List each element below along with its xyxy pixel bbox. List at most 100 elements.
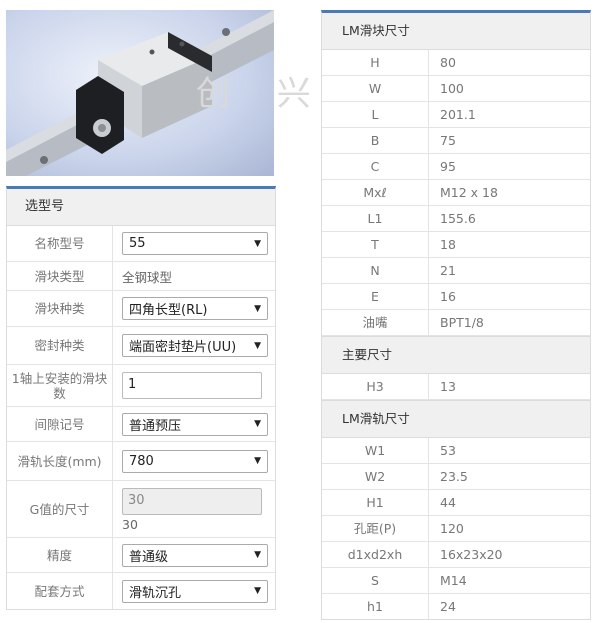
- spec-value: 155.6: [440, 211, 476, 226]
- spec-value: M14: [440, 573, 467, 588]
- seal-kind-select[interactable]: 端面密封垫片(UU) ▼: [122, 334, 268, 357]
- spec-value: 13: [440, 379, 456, 394]
- block-kind-value: 四角长型(RL): [129, 303, 208, 318]
- block-type-value: 全钢球型: [122, 269, 173, 285]
- spec-value: BPT1/8: [440, 315, 484, 330]
- spec-key: N: [322, 258, 429, 283]
- chevron-down-icon: ▼: [254, 550, 261, 560]
- spec-row: W1 53: [322, 438, 590, 464]
- model-selection-panel: 选型号 名称型号 55 ▼ 滑块类型 全钢球型 滑块种类 四角长型(RL) ▼ …: [6, 186, 276, 610]
- spec-row: d1xd2xh 16x23x20: [322, 542, 590, 568]
- spec-row: h1 24: [322, 594, 590, 619]
- spec-key: S: [322, 568, 429, 593]
- spec-value: 201.1: [440, 107, 476, 122]
- spec-value: 100: [440, 81, 464, 96]
- chevron-down-icon: ▼: [254, 419, 261, 429]
- spec-key: C: [322, 154, 429, 179]
- spec-row: W2 23.5: [322, 464, 590, 490]
- row-block-kind: 滑块种类 四角长型(RL) ▼: [7, 291, 275, 327]
- spec-panel: LM滑块尺寸 H 80 W 100 L 201.1 B 75 C 95 Mxℓ M12 x 18 L1 1…: [321, 10, 591, 620]
- rail-length-value: 780: [129, 453, 154, 469]
- label-g-value: G值的尺寸: [7, 481, 113, 537]
- clearance-value: 普通预压: [129, 418, 182, 434]
- spec-key: Mxℓ: [322, 180, 429, 205]
- spec-value: 24: [440, 599, 456, 614]
- label-block-kind: 滑块种类: [7, 291, 113, 326]
- spec-value: 80: [440, 55, 456, 70]
- row-precision: 精度 普通级 ▼: [7, 538, 275, 573]
- spec-row: 油嘴 BPT1/8: [322, 310, 590, 336]
- g-value-input: 30: [122, 488, 262, 515]
- spec-row: H3 13: [322, 374, 590, 400]
- spec-row: H 80: [322, 50, 590, 76]
- spec-value: M12 x 18: [440, 185, 498, 200]
- chevron-down-icon: ▼: [254, 586, 261, 596]
- section-rail-dimensions: LM滑轨尺寸: [322, 400, 590, 438]
- spec-key: W2: [322, 464, 429, 489]
- spec-key: 油嘴: [322, 310, 429, 335]
- spec-value: 21: [440, 263, 456, 278]
- label-blocks-per-axis: 1轴上安装的滑块数: [7, 365, 113, 406]
- blocks-per-axis-input[interactable]: 1: [122, 372, 262, 399]
- spec-key: H: [322, 50, 429, 75]
- spec-key: H1: [322, 490, 429, 515]
- spec-key: d1xd2xh: [322, 542, 429, 567]
- label-rail-length: 滑轨长度(mm): [7, 442, 113, 480]
- spec-value: 95: [440, 159, 456, 174]
- chevron-down-icon: ▼: [254, 238, 261, 249]
- spec-row: H1 44: [322, 490, 590, 516]
- chevron-down-icon: ▼: [254, 456, 261, 466]
- fit-method-value: 滑轨沉孔: [129, 585, 182, 601]
- rail-length-select[interactable]: 780 ▼: [122, 449, 268, 473]
- row-blocks-per-axis: 1轴上安装的滑块数 1: [7, 365, 275, 407]
- panel-title: 选型号: [7, 189, 275, 226]
- spec-row: 孔距(P) 120: [322, 516, 590, 542]
- label-seal-kind: 密封种类: [7, 327, 113, 364]
- label-block-type: 滑块类型: [7, 262, 113, 290]
- row-rail-length: 滑轨长度(mm) 780 ▼: [7, 442, 275, 481]
- label-precision: 精度: [7, 538, 113, 572]
- chevron-down-icon: ▼: [254, 340, 261, 351]
- spec-value: 16x23x20: [440, 547, 503, 562]
- model-name-select[interactable]: 55 ▼: [122, 232, 268, 255]
- precision-select[interactable]: 普通级 ▼: [122, 543, 268, 567]
- spec-key: 孔距(P): [322, 516, 429, 541]
- spec-value: 75: [440, 133, 456, 148]
- spec-value: 18: [440, 237, 456, 252]
- spec-row: Mxℓ M12 x 18: [322, 180, 590, 206]
- row-model-name: 名称型号 55 ▼: [7, 226, 275, 262]
- clearance-select[interactable]: 普通预压 ▼: [122, 412, 268, 436]
- fit-method-select[interactable]: 滑轨沉孔 ▼: [122, 579, 268, 603]
- spec-key: T: [322, 232, 429, 257]
- spec-key: L1: [322, 206, 429, 231]
- spec-key: H3: [322, 374, 429, 399]
- seal-kind-value: 端面密封垫片(UU): [129, 340, 237, 355]
- spec-key: E: [322, 284, 429, 309]
- spec-row: B 75: [322, 128, 590, 154]
- section-block-dimensions: LM滑块尺寸: [322, 13, 590, 50]
- label-clearance: 间隙记号: [7, 407, 113, 441]
- row-block-type: 滑块类型 全钢球型: [7, 262, 275, 291]
- section-main-dimensions: 主要尺寸: [322, 336, 590, 374]
- row-clearance: 间隙记号 普通预压 ▼: [7, 407, 275, 442]
- label-fit-method: 配套方式: [7, 573, 113, 609]
- spec-value: 44: [440, 495, 456, 510]
- main-dimensions-table: H3 13: [322, 374, 590, 400]
- g-value-text: 30: [122, 517, 138, 532]
- block-dimensions-table: H 80 W 100 L 201.1 B 75 C 95 Mxℓ M12 x 18 L1 155.6 T 18…: [322, 50, 590, 336]
- row-g-value: G值的尺寸 30 30: [7, 481, 275, 538]
- spec-key: W: [322, 76, 429, 101]
- spec-key: W1: [322, 438, 429, 463]
- spec-row: T 18: [322, 232, 590, 258]
- spec-key: h1: [322, 594, 429, 619]
- spec-key: L: [322, 102, 429, 127]
- precision-value: 普通级: [129, 549, 169, 565]
- chevron-down-icon: ▼: [254, 303, 261, 314]
- spec-value: 120: [440, 521, 464, 536]
- label-model-name: 名称型号: [7, 226, 113, 261]
- spec-row: C 95: [322, 154, 590, 180]
- row-fit-method: 配套方式 滑轨沉孔 ▼: [7, 573, 275, 609]
- block-kind-select[interactable]: 四角长型(RL) ▼: [122, 297, 268, 320]
- spec-row: S M14: [322, 568, 590, 594]
- spec-key: B: [322, 128, 429, 153]
